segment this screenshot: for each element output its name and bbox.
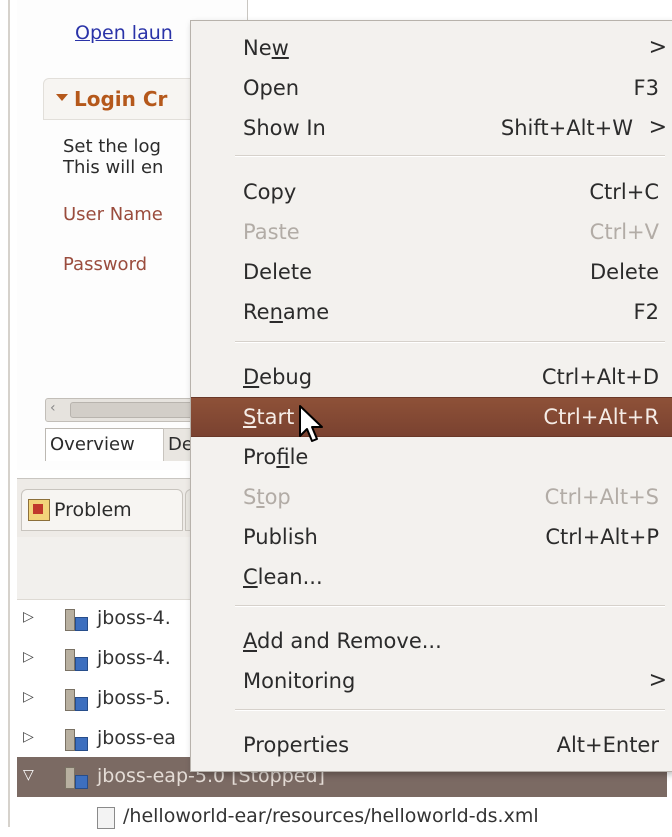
tab-overview[interactable]: Overview bbox=[45, 428, 167, 461]
menu-separator bbox=[235, 155, 665, 157]
expand-icon[interactable]: ▷ bbox=[23, 609, 34, 625]
menu-label: Paste bbox=[243, 220, 300, 244]
server-label: jboss-ea bbox=[97, 727, 176, 749]
password-label: Password bbox=[63, 254, 148, 275]
menu-item-stop[interactable]: Stop Ctrl+Alt+S bbox=[191, 478, 672, 516]
menu-shortcut: Shift+Alt+W bbox=[500, 116, 633, 140]
menu-label: Show In bbox=[243, 116, 326, 140]
menu-item-monitoring[interactable]: Monitoring > bbox=[191, 662, 672, 700]
server-icon bbox=[65, 767, 88, 789]
context-menu: New > Open F3 Show In Shift+Alt+W > Copy… bbox=[190, 20, 672, 772]
menu-item-rename[interactable]: Rename F2 bbox=[191, 293, 672, 331]
login-section-title: Login Cr bbox=[74, 87, 168, 111]
tab-problems[interactable]: Problem bbox=[21, 489, 183, 531]
menu-item-delete[interactable]: Delete Delete bbox=[191, 253, 672, 291]
menu-item-clean[interactable]: Clean... bbox=[191, 558, 672, 596]
menu-separator bbox=[235, 605, 665, 607]
server-label: jboss-4. bbox=[97, 607, 171, 629]
problems-icon bbox=[28, 499, 50, 521]
menu-shortcut: Ctrl+Alt+R bbox=[543, 405, 659, 429]
menu-item-paste[interactable]: Paste Ctrl+V bbox=[191, 213, 672, 251]
menu-label: Open bbox=[243, 76, 300, 100]
menu-label: Properties bbox=[243, 733, 350, 757]
server-icon bbox=[65, 729, 88, 751]
menu-label: Add and Remove... bbox=[243, 629, 442, 653]
menu-label: Start bbox=[243, 405, 295, 429]
edge-rule bbox=[8, 0, 10, 827]
mouse-cursor-icon bbox=[299, 405, 323, 442]
menu-item-properties[interactable]: Properties Alt+Enter bbox=[191, 726, 672, 764]
menu-item-copy[interactable]: Copy Ctrl+C bbox=[191, 173, 672, 211]
menu-shortcut: Alt+Enter bbox=[556, 733, 659, 757]
left-edge bbox=[0, 0, 16, 827]
open-launch-config-link[interactable]: Open laun bbox=[75, 22, 173, 44]
deployed-resource-row[interactable]: /helloworld-ear/resources/helloworld-ds.… bbox=[17, 797, 667, 837]
file-icon bbox=[97, 807, 115, 829]
menu-item-debug[interactable]: Debug Ctrl+Alt+D bbox=[191, 358, 672, 396]
menu-label: Clean... bbox=[243, 565, 323, 589]
menu-shortcut: F2 bbox=[633, 300, 659, 324]
menu-label: Monitoring bbox=[243, 669, 356, 693]
menu-label: Stop bbox=[243, 485, 291, 509]
expand-icon[interactable]: ▷ bbox=[23, 729, 34, 745]
menu-label: Delete bbox=[243, 260, 312, 284]
menu-shortcut: Delete bbox=[590, 260, 659, 284]
collapse-icon[interactable]: ▽ bbox=[23, 767, 34, 783]
server-label: jboss-4. bbox=[97, 647, 171, 669]
expand-icon[interactable]: ▷ bbox=[23, 689, 34, 705]
menu-label: New bbox=[243, 36, 289, 60]
menu-item-new[interactable]: New > bbox=[191, 29, 672, 67]
expand-icon[interactable]: ▷ bbox=[23, 649, 34, 665]
submenu-arrow-icon: > bbox=[648, 35, 667, 60]
menu-label: Profile bbox=[243, 445, 309, 469]
scroll-left-icon[interactable]: ‹ bbox=[50, 400, 56, 416]
menu-label: Rename bbox=[243, 300, 330, 324]
menu-item-start[interactable]: Start Ctrl+Alt+R bbox=[191, 397, 672, 437]
menu-item-open[interactable]: Open F3 bbox=[191, 69, 672, 107]
menu-item-add-remove[interactable]: Add and Remove... bbox=[191, 622, 672, 660]
menu-separator bbox=[235, 341, 665, 343]
submenu-arrow-icon: > bbox=[648, 668, 667, 693]
menu-shortcut: Ctrl+Alt+D bbox=[541, 365, 659, 389]
submenu-arrow-icon: > bbox=[648, 115, 667, 140]
menu-shortcut: Ctrl+C bbox=[589, 180, 659, 204]
menu-label: Copy bbox=[243, 180, 297, 204]
collapse-triangle-icon[interactable] bbox=[56, 94, 68, 101]
menu-shortcut: F3 bbox=[633, 76, 659, 100]
menu-shortcut: Ctrl+V bbox=[589, 220, 659, 244]
menu-separator bbox=[235, 709, 665, 711]
menu-shortcut: Ctrl+Alt+P bbox=[545, 525, 659, 549]
server-icon bbox=[65, 609, 88, 631]
user-name-label: User Name bbox=[63, 204, 163, 225]
server-label: jboss-5. bbox=[97, 687, 171, 709]
server-icon bbox=[65, 689, 88, 711]
menu-shortcut: Ctrl+Alt+S bbox=[544, 485, 659, 509]
menu-item-show-in[interactable]: Show In Shift+Alt+W > bbox=[191, 109, 672, 147]
menu-item-publish[interactable]: Publish Ctrl+Alt+P bbox=[191, 518, 672, 556]
menu-item-profile[interactable]: Profile bbox=[191, 438, 672, 476]
resource-label: /helloworld-ear/resources/helloworld-ds.… bbox=[123, 805, 539, 827]
menu-label: Publish bbox=[243, 525, 318, 549]
menu-label: Debug bbox=[243, 365, 313, 389]
server-icon bbox=[65, 649, 88, 671]
login-description: Set the log This will en bbox=[63, 136, 164, 178]
tab-problems-label: Problem bbox=[54, 499, 132, 521]
